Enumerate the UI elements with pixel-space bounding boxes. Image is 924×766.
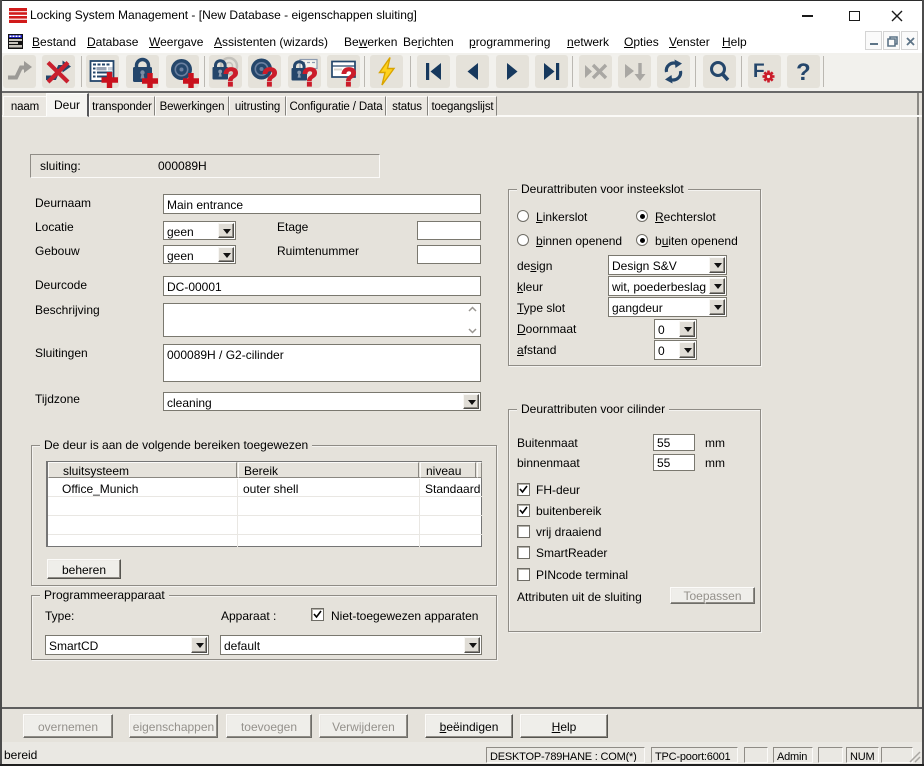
svg-text:?: ?: [302, 62, 318, 88]
svg-text:?: ?: [341, 62, 357, 88]
svg-text:?: ?: [262, 62, 278, 88]
svg-text:F: F: [753, 61, 765, 82]
svg-text:?: ?: [796, 59, 811, 86]
svg-text:?: ?: [223, 62, 239, 88]
